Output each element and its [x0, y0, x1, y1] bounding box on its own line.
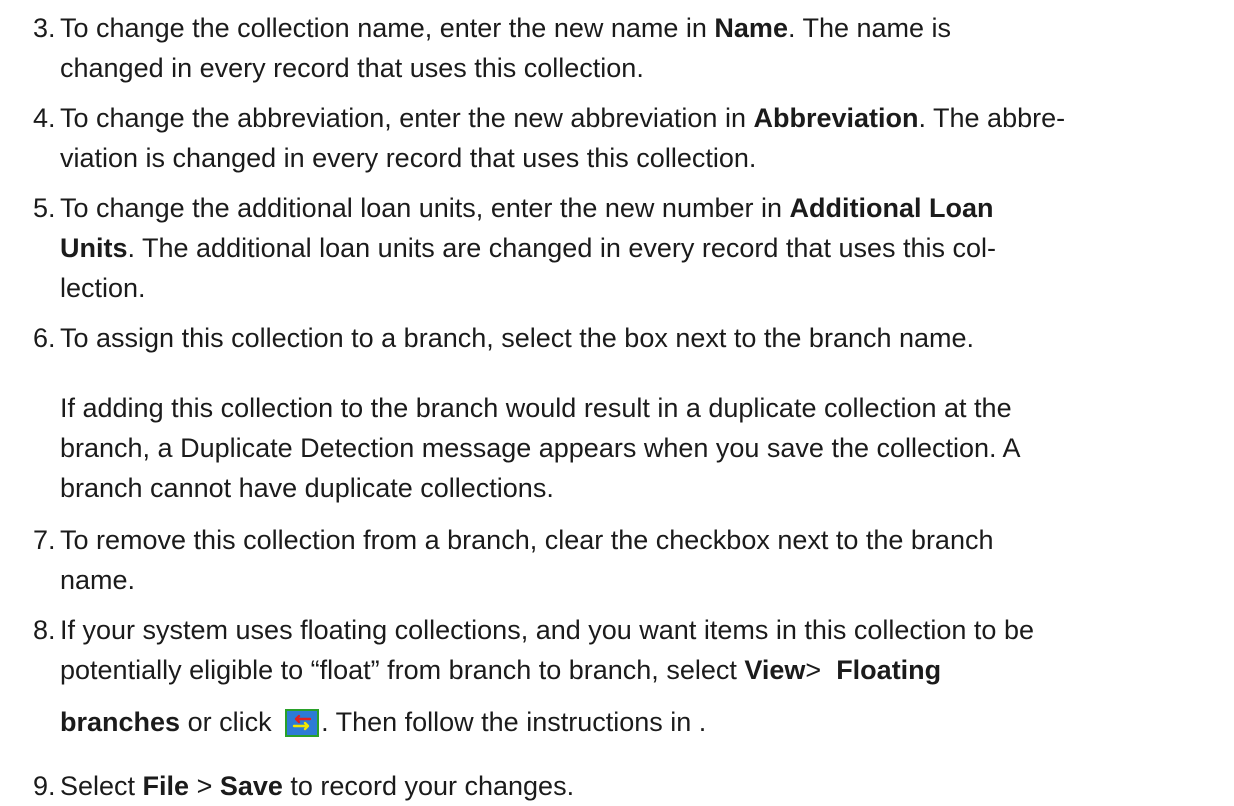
- step-line: To remove this collection from a branch,…: [60, 525, 994, 555]
- step-line: potentially eligible to “float” from bra…: [60, 655, 942, 685]
- step-text: If your system uses floating collections…: [60, 610, 1205, 742]
- menu-save-label: Save: [219, 771, 283, 801]
- menu-floating-label: Floating: [836, 655, 942, 685]
- step-text: To change the abbreviation, enter the ne…: [60, 98, 1205, 178]
- step-number: 8.: [33, 615, 56, 645]
- field-additional-loan-label: Additional Loan: [789, 193, 994, 223]
- step-number: 3.: [33, 13, 56, 43]
- step-line: To change the abbreviation, enter the ne…: [60, 103, 1066, 133]
- step-number: 9.: [33, 771, 56, 801]
- step-line: changed in every record that uses this c…: [60, 53, 644, 83]
- step-line: If your system uses floating collections…: [60, 615, 1034, 645]
- step-text: To assign this collection to a branch, s…: [60, 318, 1205, 358]
- menu-branches-label: branches: [60, 707, 181, 737]
- menu-view-label: View: [744, 655, 806, 685]
- step-number: 7.: [33, 525, 56, 555]
- field-name-label: Name: [714, 13, 788, 43]
- field-units-label: Units: [60, 233, 128, 263]
- menu-file-label: File: [142, 771, 190, 801]
- step-text: Select File > Save to record your change…: [60, 766, 1205, 806]
- step-number: 4.: [33, 103, 56, 133]
- note-line: branch, a Duplicate Detection message ap…: [60, 433, 1021, 463]
- step-line: Select File > Save to record your change…: [60, 771, 575, 801]
- floating-branches-icon[interactable]: [285, 709, 320, 737]
- field-abbreviation-label: Abbreviation: [753, 103, 919, 133]
- step-line: To change the collection name, enter the…: [60, 13, 952, 43]
- step-text: To change the collection name, enter the…: [60, 8, 1205, 88]
- step-line: To assign this collection to a branch, s…: [60, 323, 975, 353]
- step-line: To change the additional loan units, ent…: [60, 193, 994, 223]
- step-line: branches or click . Then follow the inst…: [60, 707, 707, 737]
- step-number: 5.: [33, 193, 56, 223]
- step-line: viation is changed in every record that …: [60, 143, 757, 173]
- note-line: branch cannot have duplicate collections…: [60, 473, 554, 503]
- step-text: To change the additional loan units, ent…: [60, 188, 1205, 308]
- step-line: lection.: [60, 273, 146, 303]
- step-line: name.: [60, 565, 136, 595]
- note-text: If adding this collection to the branch …: [60, 388, 1205, 508]
- step-line: Units. The additional loan units are cha…: [60, 233, 997, 263]
- step-text: To remove this collection from a branch,…: [60, 520, 1205, 600]
- step-number: 6.: [33, 323, 56, 353]
- note-line: If adding this collection to the branch …: [60, 393, 1012, 423]
